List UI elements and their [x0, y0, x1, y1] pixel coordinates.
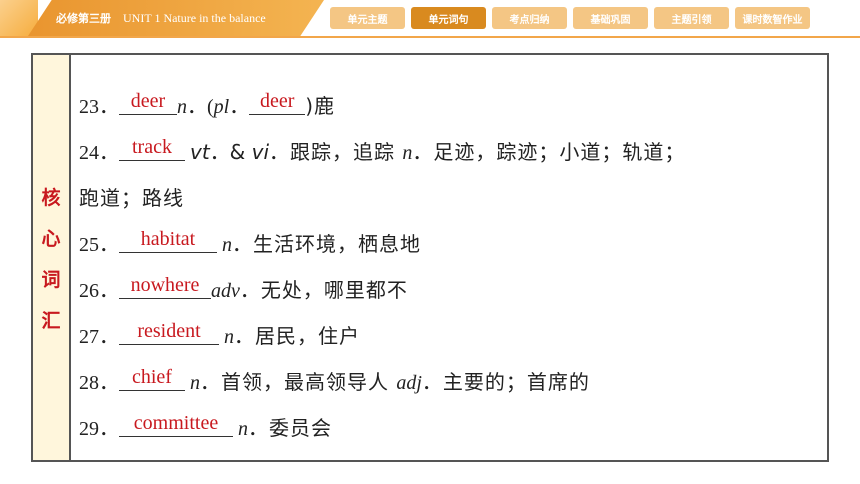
list-item: 25． habitat n．生活环境，栖息地	[79, 221, 819, 267]
item-number: 27．	[79, 326, 119, 348]
list-item: 28． chief n．首领，最高领导人 adj．主要的；首席的	[79, 359, 819, 405]
meaning: ．无处，哪里都不	[239, 278, 408, 302]
book-name: 必修第三册	[56, 12, 111, 25]
meaning: ．居民，住户	[234, 324, 360, 348]
tab-unit-theme[interactable]: 单元主题	[330, 7, 405, 29]
meaning: ．主要的；首席的	[421, 370, 590, 394]
tab-theme-guide[interactable]: 主题引领	[654, 7, 729, 29]
list-item: 23． deer n．(pl． deer)鹿	[79, 90, 336, 118]
item-number: 23．	[79, 96, 119, 118]
item-number: 24．	[79, 142, 119, 164]
part-of-speech: vt	[190, 140, 210, 164]
header-divider	[0, 36, 860, 38]
part-of-speech: n	[402, 142, 413, 164]
meaning: ．生活环境，栖息地	[232, 232, 421, 256]
separator: ．&	[209, 140, 252, 164]
meaning: ．足迹，踪迹；小道；轨道；	[412, 140, 686, 164]
answer-blank: habitat	[119, 228, 217, 253]
tab-unit-vocabulary[interactable]: 单元词句	[411, 7, 486, 29]
meaning: ．跟踪，追踪	[269, 140, 403, 164]
answer-blank: track	[119, 136, 185, 161]
part-of-speech: n	[238, 418, 248, 440]
part-of-speech: n	[177, 96, 187, 118]
meaning: ．委员会	[248, 416, 332, 440]
part-of-speech: adj	[396, 372, 422, 394]
tab-basic-practice[interactable]: 基础巩固	[573, 7, 648, 29]
section-tabs: 单元主题 单元词句 考点归纳 基础巩固 主题引领 课时数智作业	[330, 7, 810, 29]
tab-key-points[interactable]: 考点归纳	[492, 7, 567, 29]
vocabulary-panel: 核 心 词 汇 23． deer n．(pl． deer)鹿 24． track vt．…	[31, 53, 829, 462]
list-item: 24． track vt．& vi．跟踪，追踪 n．足迹，踪迹；小道；轨道；	[79, 129, 819, 175]
list-item: 26． nowhere adv．无处，哪里都不	[79, 267, 819, 313]
part-of-speech: vi	[251, 140, 270, 164]
answer-blank: chief	[119, 366, 185, 391]
part-of-speech: n	[222, 234, 232, 256]
side-label-char: 词	[41, 268, 61, 291]
answer-blank: nowhere	[119, 274, 211, 299]
meaning: )鹿	[305, 94, 336, 118]
item-number: 25．	[79, 234, 119, 256]
tab-homework[interactable]: 课时数智作业	[735, 7, 810, 29]
item-number: 26．	[79, 280, 119, 302]
course-title: 必修第三册 UNIT 1 Nature in the balance	[28, 0, 324, 36]
unit-title: UNIT 1 Nature in the balance	[123, 10, 266, 25]
answer-blank: resident	[119, 320, 219, 345]
top-bar: 必修第三册 UNIT 1 Nature in the balance 单元主题 …	[0, 0, 860, 38]
item-number: 29．	[79, 418, 119, 440]
paren: (	[207, 96, 214, 118]
part-of-speech: n	[224, 326, 234, 348]
meaning: 跑道；路线	[79, 186, 184, 210]
answer-blank: deer	[119, 90, 177, 115]
side-label-char: 汇	[41, 309, 61, 332]
side-label: 核 心 词 汇	[33, 55, 71, 460]
side-label-char: 核	[41, 186, 61, 209]
answer-blank: committee	[119, 412, 233, 437]
vocabulary-list: 23． deer n．(pl． deer)鹿 24． track vt．& vi．跟踪，…	[79, 83, 819, 451]
list-item-continuation: 跑道；路线	[79, 175, 819, 221]
part-of-speech: n	[190, 372, 200, 394]
meaning: ．首领，最高领导人	[200, 370, 397, 394]
list-item: 29． committee n．委员会	[79, 405, 819, 451]
plural-label: pl	[213, 96, 230, 118]
side-label-char: 心	[41, 227, 61, 250]
plural-answer-blank: deer	[249, 90, 306, 115]
list-item: 27． resident n．居民，住户	[79, 313, 819, 359]
item-number: 28．	[79, 372, 119, 394]
part-of-speech: adv	[211, 280, 240, 302]
